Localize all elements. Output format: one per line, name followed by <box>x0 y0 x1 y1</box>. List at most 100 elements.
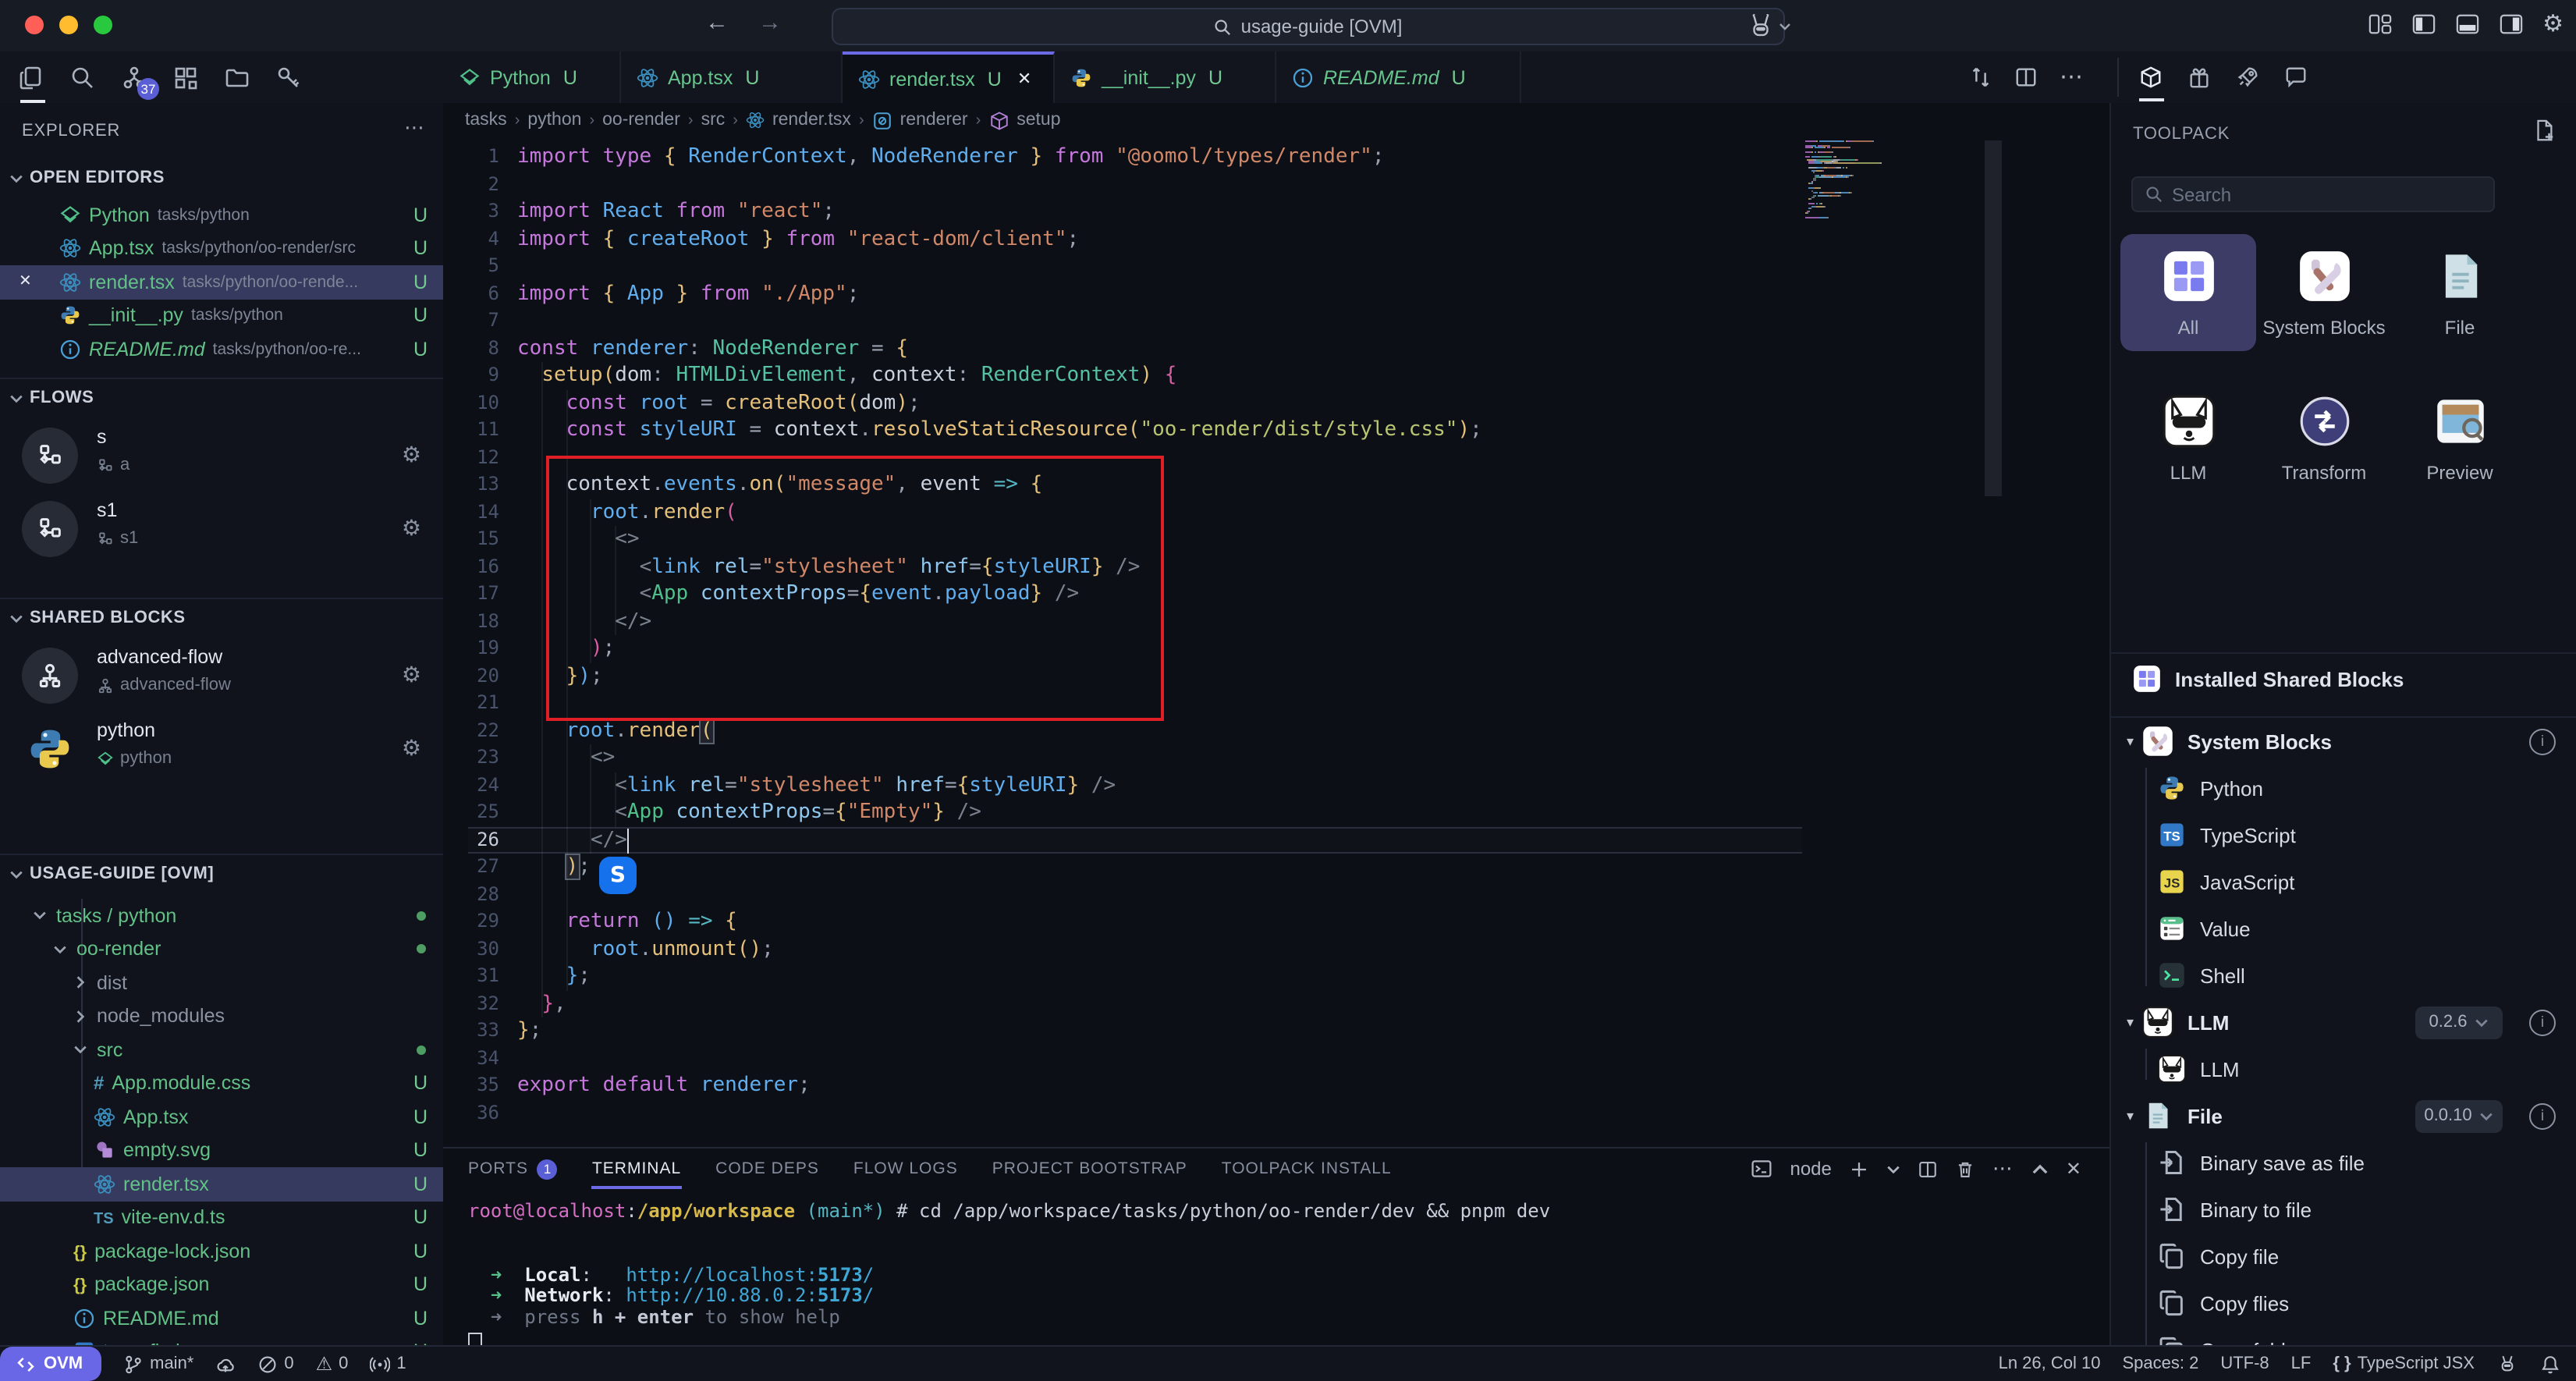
tab-render.tsx[interactable]: render.tsxU✕ <box>843 51 1055 103</box>
status-utf-8[interactable]: UTF-8 <box>2220 1354 2269 1373</box>
panel-tab-toolpack-install[interactable]: TOOLPACK INSTALL <box>1222 1148 1392 1189</box>
status-broadcast[interactable]: 1 <box>370 1354 406 1374</box>
nav-forward-icon[interactable]: → <box>758 9 782 36</box>
rabbit-menu[interactable] <box>1747 12 1791 39</box>
tree-item-tsconfig.json[interactable]: TStsconfig.jsonU <box>0 1335 443 1345</box>
installed-group-llm[interactable]: ▾LLM0.2.6i <box>2111 999 2576 1046</box>
split-terminal-icon[interactable] <box>1918 1159 1938 1179</box>
shared-block-advanced-flow[interactable]: advanced-flowadvanced-flow⚙ <box>0 643 443 712</box>
gift-icon[interactable] <box>2187 66 2211 89</box>
open-editor-render.tsx[interactable]: ✕render.tsxtasks/python/oo-rende...U <box>0 265 443 299</box>
tree-item-App.tsx[interactable]: App.tsxU <box>0 1100 443 1134</box>
tree-item-package.json[interactable]: {}package.jsonU <box>0 1268 443 1301</box>
version-select[interactable]: 0.0.10 <box>2415 1099 2503 1132</box>
gear-icon[interactable]: ⚙ <box>402 515 421 543</box>
installed-group-system-blocks[interactable]: ▾System Blocksi <box>2111 718 2576 765</box>
chat-icon[interactable] <box>2284 66 2308 89</box>
breadcrumb-item[interactable]: tasks <box>465 111 507 130</box>
status-typescript-jsx[interactable]: { }TypeScript JSX <box>2333 1354 2475 1373</box>
info-icon[interactable]: i <box>2529 1009 2556 1035</box>
gear-icon[interactable]: ⚙ <box>402 735 421 763</box>
flow-item-s1[interactable]: s1s1⚙ <box>0 496 443 565</box>
status-spaces-2[interactable]: Spaces: 2 <box>2122 1354 2198 1373</box>
tab-App.tsx[interactable]: App.tsxU <box>621 51 843 103</box>
block-item-typescript[interactable]: TSTypeScript <box>2111 811 2576 858</box>
kill-terminal-icon[interactable] <box>1955 1159 1975 1179</box>
tree-item-oo-render[interactable]: oo-render <box>0 932 443 966</box>
tree-item-node-modules[interactable]: node_modules <box>0 999 443 1033</box>
remote-indicator[interactable]: OVM <box>0 1347 101 1381</box>
status-cloudup[interactable] <box>215 1354 236 1374</box>
new-terminal-icon[interactable] <box>1849 1159 1869 1179</box>
section-flows[interactable]: FLOWS <box>9 389 94 407</box>
breadcrumb-item[interactable]: src <box>701 111 726 130</box>
tree-item-package-lock.json[interactable]: {}package-lock.jsonU <box>0 1234 443 1268</box>
key-icon[interactable] <box>276 65 301 90</box>
breadcrumb[interactable]: tasks›python›oo-render›src›render.tsx›re… <box>465 103 1061 137</box>
block-item-binary-save-as-file[interactable]: Binary save as file <box>2111 1139 2576 1186</box>
block-item-copy-folder[interactable]: Copy folder <box>2111 1326 2576 1345</box>
editor-scrollbar[interactable] <box>1985 140 2002 496</box>
tree-item-empty.svg[interactable]: empty.svgU <box>0 1134 443 1167</box>
open-editor-Python[interactable]: Pythontasks/pythonU <box>0 198 443 232</box>
tab-README.md[interactable]: README.mdU <box>1276 51 1521 103</box>
more-icon[interactable]: ⋯ <box>2060 62 2085 92</box>
zoom-window-button[interactable] <box>94 16 112 34</box>
minimize-window-button[interactable] <box>59 16 78 34</box>
breadcrumb-item[interactable]: python <box>527 111 581 130</box>
explorer-more-icon[interactable]: ⋯ <box>404 115 424 140</box>
flows-icon[interactable]: 37 <box>122 65 147 90</box>
open-editor-App.tsx[interactable]: App.tsxtasks/python/oo-render/srcU <box>0 232 443 265</box>
blocks-icon[interactable] <box>173 65 198 90</box>
panel-tab-terminal[interactable]: TERMINAL <box>592 1148 681 1189</box>
panel-tab-flow-logs[interactable]: FLOW LOGS <box>853 1148 958 1189</box>
panel-tab-code-deps[interactable]: CODE DEPS <box>715 1148 819 1189</box>
compare-icon[interactable] <box>1969 66 1992 89</box>
tree-item-render.tsx[interactable]: render.tsxU <box>0 1167 443 1201</box>
status-branch[interactable]: main* <box>123 1354 193 1374</box>
shared-block-python[interactable]: pythonpython⚙ <box>0 716 443 785</box>
block-item-python[interactable]: Python <box>2111 765 2576 811</box>
open-editor-README.md[interactable]: README.mdtasks/python/oo-re...U <box>0 332 443 366</box>
status-ln-26-col-10[interactable]: Ln 26, Col 10 <box>1999 1354 2101 1373</box>
block-item-shell[interactable]: Shell <box>2111 952 2576 999</box>
flow-item-s[interactable]: sa⚙ <box>0 423 443 492</box>
command-center-search[interactable]: usage-guide [OVM] <box>832 8 1785 45</box>
gear-icon[interactable]: ⚙ <box>402 662 421 690</box>
open-editor-__init__.py[interactable]: __init__.pytasks/pythonU <box>0 299 443 332</box>
status-warning[interactable]: ⚠0 <box>316 1353 349 1375</box>
gear-icon[interactable]: ⚙ <box>402 442 421 470</box>
status-error[interactable]: 0 <box>257 1354 293 1374</box>
breadcrumb-item[interactable]: render.tsx <box>772 111 851 130</box>
close-panel-icon[interactable]: ✕ <box>2066 1158 2081 1180</box>
more-actions-icon[interactable]: ⋯ <box>1992 1156 2014 1181</box>
section-shared-blocks[interactable]: SHARED BLOCKS <box>9 609 186 627</box>
status-lf[interactable]: LF <box>2291 1354 2312 1373</box>
folder-icon[interactable] <box>225 65 250 90</box>
status-bell[interactable] <box>2540 1354 2560 1374</box>
layout-grid-icon[interactable] <box>2368 12 2391 35</box>
close-window-button[interactable] <box>25 16 44 34</box>
tree-item-App.module.css[interactable]: # App.module.cssU <box>0 1067 443 1100</box>
split-icon[interactable] <box>2014 66 2038 89</box>
tree-item-src[interactable]: src <box>0 1033 443 1067</box>
toggle-left-panel-icon[interactable] <box>2411 12 2435 35</box>
tree-item-dist[interactable]: dist <box>0 966 443 999</box>
minimap[interactable] <box>1805 140 1992 222</box>
block-item-llm[interactable]: LLM <box>2111 1046 2576 1092</box>
block-item-binary-to-file[interactable]: Binary to file <box>2111 1186 2576 1233</box>
maximize-panel-icon[interactable] <box>2031 1160 2049 1177</box>
section-open-editors[interactable]: OPEN EDITORS <box>9 169 165 187</box>
tree-item-tasks---python[interactable]: tasks / python <box>0 899 443 932</box>
info-icon[interactable]: i <box>2529 728 2556 754</box>
section-project-tree[interactable]: USAGE-GUIDE [OVM] <box>9 864 214 883</box>
terminal-dropdown-icon[interactable] <box>1886 1162 1900 1176</box>
block-item-value[interactable]: Value <box>2111 905 2576 952</box>
tab-__init__.py[interactable]: __init__.pyU <box>1055 51 1276 103</box>
search-icon[interactable] <box>70 65 95 90</box>
toggle-bottom-panel-icon[interactable] <box>2455 12 2478 35</box>
code-area[interactable]: 1import type { RenderContext, NodeRender… <box>443 137 2109 1147</box>
panel-tab-ports[interactable]: PORTS1 <box>468 1148 558 1189</box>
nav-back-icon[interactable]: ← <box>705 9 729 36</box>
files-icon[interactable] <box>19 65 44 90</box>
